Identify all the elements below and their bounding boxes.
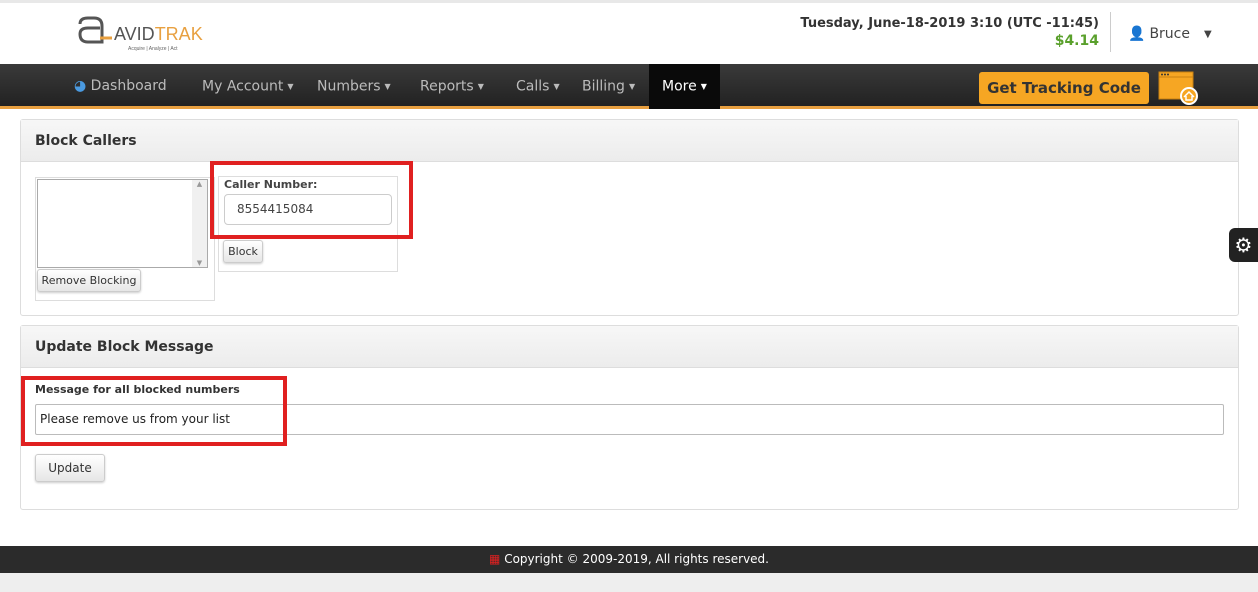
page-bottom [0,573,1258,592]
datetime: Tuesday, June-18-2019 3:10 (UTC -11:45) [800,16,1099,31]
caret-icon: ▼ [477,82,484,91]
balance: $4.14 [1054,33,1099,49]
copyright: Copyright © 2009-2019, All rights reserv… [504,552,769,566]
panel-title: Update Block Message [21,326,1238,368]
remove-blocking-button[interactable]: Remove Blocking [37,269,141,292]
nav-label: Calls [516,78,550,95]
highlight-box [210,161,413,239]
nav-billing[interactable]: Billing ▼ [582,64,635,109]
logo[interactable]: AVIDTRAK Acquire | Analyze | Act [76,14,226,54]
divider [1110,12,1111,52]
panel-title: Block Callers [21,120,1238,162]
caret-icon: ▼ [628,82,636,91]
nav-label: My Account [202,78,284,95]
block-button[interactable]: Block [223,240,263,263]
update-button[interactable]: Update [35,454,105,482]
get-tracking-code-button[interactable]: Get Tracking Code [979,72,1149,104]
svg-text:Acquire | Analyze | Act: Acquire | Analyze | Act [128,46,178,52]
blocked-numbers-list[interactable]: ▲ ▼ [37,179,208,268]
nav-label: Dashboard [90,78,167,94]
browser-home-icon[interactable] [1158,71,1198,105]
block-callers-panel: Block Callers ▲ ▼ Remove Blocking Caller … [20,119,1239,316]
nav-more[interactable]: More ▼ [649,64,720,109]
caret-icon: ▼ [553,82,560,91]
scrollbar[interactable]: ▲ ▼ [192,180,207,267]
nav-label: Numbers [317,78,381,95]
highlight-box [21,376,287,446]
user-icon: 👤 [1128,26,1146,42]
chevron-down-icon: ▼ [1203,28,1212,40]
user-menu[interactable]: 👤 Bruce ▼ [1128,26,1212,42]
grid-icon: ▦ [489,552,501,566]
nav-label: More [662,78,697,95]
nav-my-account[interactable]: My Account ▼ [202,64,294,109]
svg-text:AVIDTRAK: AVIDTRAK [114,24,203,44]
logo-mark-icon: AVIDTRAK Acquire | Analyze | Act [78,16,203,52]
caret-icon: ▼ [287,82,294,91]
caret-icon: ▼ [700,82,707,91]
top-border [0,0,1258,3]
nav-label: Billing [582,78,625,95]
nav-dashboard[interactable]: ◕ Dashboard [74,64,167,109]
nav-calls[interactable]: Calls ▼ [516,64,560,109]
blocked-list-box: ▲ ▼ Remove Blocking [35,177,215,301]
footer: ▦ Copyright © 2009-2019, All rights rese… [0,546,1258,573]
nav-label: Reports [420,78,474,95]
user-name: Bruce [1149,26,1190,42]
nav-reports[interactable]: Reports ▼ [420,64,484,109]
dashboard-icon: ◕ [74,78,87,94]
caret-icon: ▼ [384,82,391,91]
nav-numbers[interactable]: Numbers ▼ [317,64,391,109]
gear-icon[interactable]: ⚙ [1229,228,1258,262]
